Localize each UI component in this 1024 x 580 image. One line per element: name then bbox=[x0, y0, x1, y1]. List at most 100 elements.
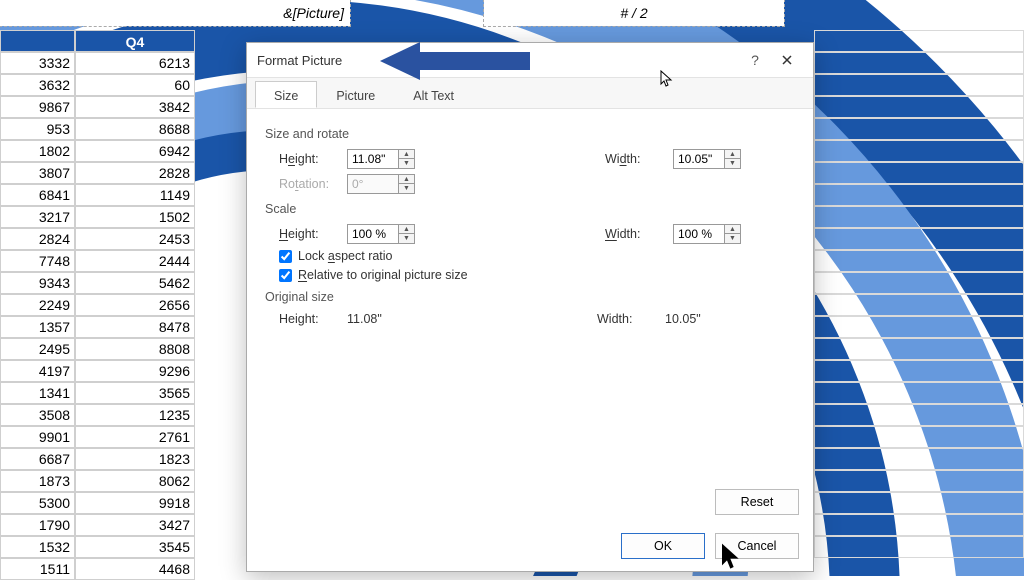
size-width-input[interactable] bbox=[673, 149, 725, 169]
cell[interactable]: 3508 bbox=[0, 404, 75, 426]
scale-width-input[interactable] bbox=[673, 224, 725, 244]
cell[interactable]: 2824 bbox=[0, 228, 75, 250]
cell[interactable]: 3427 bbox=[75, 514, 195, 536]
cell[interactable]: 953 bbox=[0, 118, 75, 140]
table-row: 33326213 bbox=[0, 52, 195, 74]
cell[interactable]: 3545 bbox=[75, 536, 195, 558]
relative-size-checkbox[interactable] bbox=[279, 269, 292, 282]
label-scale-height: Height: bbox=[279, 227, 337, 241]
table-row: 9538688 bbox=[0, 118, 195, 140]
label-width: Width: bbox=[605, 152, 663, 166]
cell[interactable]: 8062 bbox=[75, 470, 195, 492]
cell[interactable]: 5300 bbox=[0, 492, 75, 514]
cell[interactable]: 1532 bbox=[0, 536, 75, 558]
cell[interactable]: 3632 bbox=[0, 74, 75, 96]
cell[interactable]: 1802 bbox=[0, 140, 75, 162]
label-rotation: Rotation: bbox=[279, 177, 337, 191]
cell[interactable]: 1823 bbox=[75, 448, 195, 470]
table-row: 77482444 bbox=[0, 250, 195, 272]
cell[interactable]: 3332 bbox=[0, 52, 75, 74]
tab-size[interactable]: Size bbox=[255, 81, 317, 108]
col-header-a bbox=[0, 30, 75, 52]
cell[interactable]: 2453 bbox=[75, 228, 195, 250]
table-row: 18738062 bbox=[0, 470, 195, 492]
cell[interactable]: 9296 bbox=[75, 360, 195, 382]
table-row: 66871823 bbox=[0, 448, 195, 470]
table-row: 68411149 bbox=[0, 184, 195, 206]
cell[interactable]: 1502 bbox=[75, 206, 195, 228]
cell[interactable]: 9901 bbox=[0, 426, 75, 448]
table-row: 53009918 bbox=[0, 492, 195, 514]
label-orig-width: Width: bbox=[597, 312, 655, 326]
cell[interactable]: 6942 bbox=[75, 140, 195, 162]
table-row: 22492656 bbox=[0, 294, 195, 316]
cell[interactable]: 1790 bbox=[0, 514, 75, 536]
ok-button[interactable]: OK bbox=[621, 533, 705, 559]
cell[interactable]: 4197 bbox=[0, 360, 75, 382]
size-width-spinner[interactable]: ▲▼ bbox=[725, 149, 741, 169]
cell[interactable]: 1873 bbox=[0, 470, 75, 492]
cell[interactable]: 7748 bbox=[0, 250, 75, 272]
cell[interactable]: 9343 bbox=[0, 272, 75, 294]
format-picture-dialog: Format Picture ? Size Picture Alt Text S… bbox=[246, 42, 814, 572]
scale-height-spinner[interactable]: ▲▼ bbox=[399, 224, 415, 244]
cell[interactable]: 1357 bbox=[0, 316, 75, 338]
relative-size-label: Relative to original picture size bbox=[298, 268, 468, 282]
table-row: 99012761 bbox=[0, 426, 195, 448]
scale-height-input[interactable] bbox=[347, 224, 399, 244]
close-icon[interactable] bbox=[771, 46, 803, 74]
cell[interactable]: 9918 bbox=[75, 492, 195, 514]
cell[interactable]: 2444 bbox=[75, 250, 195, 272]
cell[interactable]: 4468 bbox=[75, 558, 195, 580]
cell[interactable]: 8478 bbox=[75, 316, 195, 338]
cell[interactable]: 3217 bbox=[0, 206, 75, 228]
tab-alt-text[interactable]: Alt Text bbox=[394, 81, 473, 108]
cell[interactable]: 2249 bbox=[0, 294, 75, 316]
table-row: 15114468 bbox=[0, 558, 195, 580]
cell[interactable]: 1511 bbox=[0, 558, 75, 580]
data-columns: Q4 3332621336326098673842953868818026942… bbox=[0, 30, 195, 580]
header-left-token[interactable]: &[Picture] bbox=[0, 0, 350, 26]
label-scale-width: Width: bbox=[605, 227, 663, 241]
rotation-input bbox=[347, 174, 399, 194]
table-row: 35081235 bbox=[0, 404, 195, 426]
lock-aspect-checkbox[interactable] bbox=[279, 250, 292, 263]
tab-picture[interactable]: Picture bbox=[317, 81, 394, 108]
cell[interactable]: 9867 bbox=[0, 96, 75, 118]
size-height-spinner[interactable]: ▲▼ bbox=[399, 149, 415, 169]
reset-button[interactable]: Reset bbox=[715, 489, 799, 515]
table-row: 18026942 bbox=[0, 140, 195, 162]
table-row: 15323545 bbox=[0, 536, 195, 558]
cell[interactable]: 60 bbox=[75, 74, 195, 96]
size-height-input[interactable] bbox=[347, 149, 399, 169]
rotation-spinner: ▲▼ bbox=[399, 174, 415, 194]
cell[interactable]: 6213 bbox=[75, 52, 195, 74]
cell[interactable]: 8808 bbox=[75, 338, 195, 360]
label-height: Height: bbox=[279, 152, 337, 166]
cell[interactable]: 1149 bbox=[75, 184, 195, 206]
cell[interactable]: 5462 bbox=[75, 272, 195, 294]
cell[interactable]: 1235 bbox=[75, 404, 195, 426]
cell[interactable]: 2656 bbox=[75, 294, 195, 316]
cursor-black-icon bbox=[720, 542, 744, 577]
cell[interactable]: 1341 bbox=[0, 382, 75, 404]
help-icon[interactable]: ? bbox=[739, 46, 771, 74]
cell[interactable]: 2761 bbox=[75, 426, 195, 448]
scale-width-spinner[interactable]: ▲▼ bbox=[725, 224, 741, 244]
lock-aspect-label: Lock aspect ratio bbox=[298, 249, 393, 263]
cell[interactable]: 2828 bbox=[75, 162, 195, 184]
group-size-rotate: Size and rotate bbox=[265, 127, 795, 141]
table-row: 28242453 bbox=[0, 228, 195, 250]
group-original: Original size bbox=[265, 290, 795, 304]
table-row: 13413565 bbox=[0, 382, 195, 404]
cell[interactable]: 6841 bbox=[0, 184, 75, 206]
table-row: 24958808 bbox=[0, 338, 195, 360]
cell[interactable]: 2495 bbox=[0, 338, 75, 360]
table-row: 93435462 bbox=[0, 272, 195, 294]
cell[interactable]: 3565 bbox=[75, 382, 195, 404]
cell[interactable]: 3842 bbox=[75, 96, 195, 118]
cell[interactable]: 8688 bbox=[75, 118, 195, 140]
cell[interactable]: 3807 bbox=[0, 162, 75, 184]
col-header-q4: Q4 bbox=[75, 30, 195, 52]
cell[interactable]: 6687 bbox=[0, 448, 75, 470]
